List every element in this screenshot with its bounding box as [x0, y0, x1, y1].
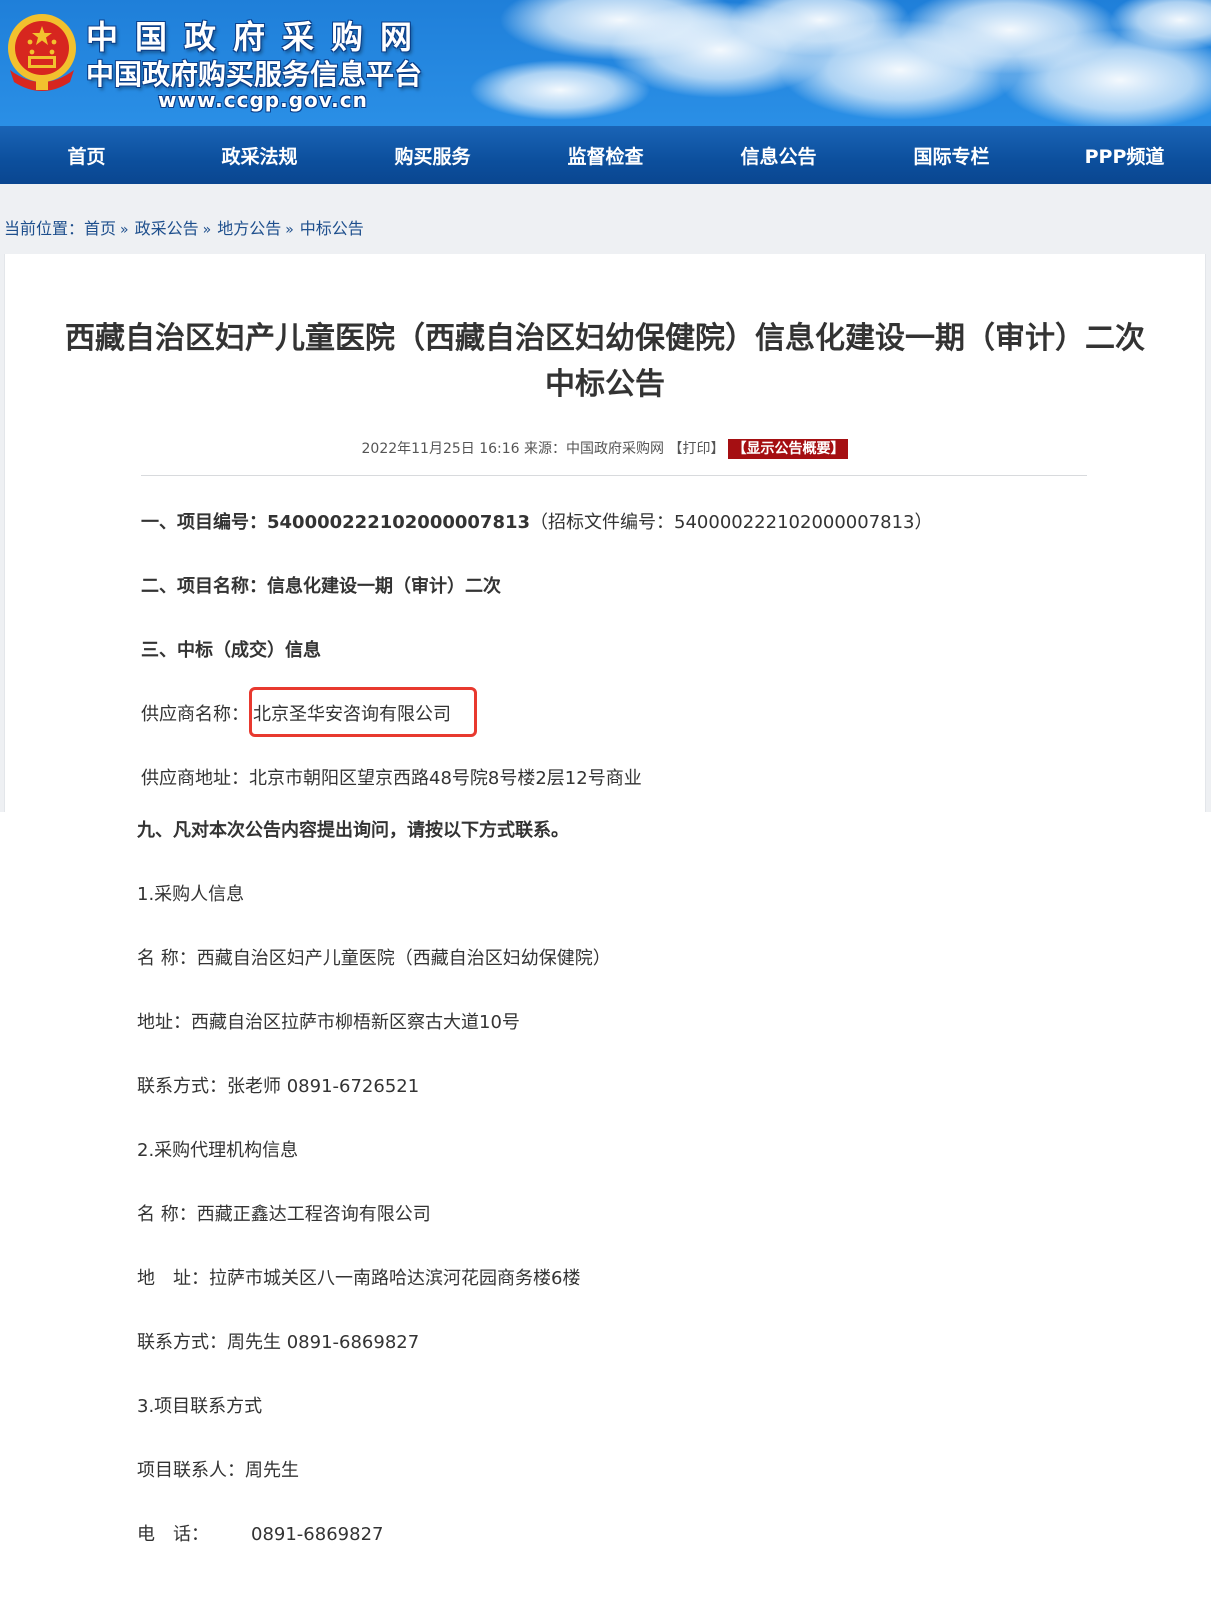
- supplier-address: 北京市朝阳区望京西路48号院8号楼2层12号商业: [249, 768, 642, 789]
- source-label: 来源：: [524, 441, 567, 457]
- article-meta: 2022年11月25日 16:16 来源：中国政府采购网 【打印】 【显示公告概要…: [5, 438, 1205, 459]
- agency-contact-row: 联系方式：周先生 0891-6869827: [137, 1328, 419, 1354]
- main-nav: 首页 政采法规 购买服务 监督检查 信息公告 国际专栏 PPP频道: [0, 126, 1211, 184]
- nav-item-home[interactable]: 首页: [0, 142, 173, 169]
- contact-section: 九、凡对本次公告内容提出询问，请按以下方式联系。 1.采购人信息 名 称：西藏自…: [0, 812, 1211, 1600]
- agency-name-label: 名 称：: [137, 1204, 197, 1225]
- project-contact: 周先生: [245, 1460, 299, 1481]
- article-card: 西藏自治区妇产儿童医院（西藏自治区妇幼保健院）信息化建设一期（审计）二次 中标公…: [4, 254, 1206, 812]
- supplier-highlight-box: [249, 687, 477, 737]
- phone-number: 0891-6869827: [251, 1524, 384, 1545]
- agency-address-row: 地 址：拉萨市城关区八一南路哈达滨河花园商务楼6楼: [137, 1264, 580, 1290]
- national-emblem-icon: [8, 14, 76, 91]
- breadcrumb-separator: »: [202, 222, 212, 238]
- purchaser-contact-label: 联系方式：: [137, 1076, 227, 1097]
- agency-contact-label: 联系方式：: [137, 1332, 227, 1353]
- nav-item-purchase-services[interactable]: 购买服务: [346, 142, 519, 169]
- site-subtitle: 中国政府购买服务信息平台: [86, 58, 423, 91]
- meta-divider: [141, 475, 1087, 476]
- purchaser-contact: 张老师 0891-6726521: [227, 1076, 420, 1097]
- project-contact-row: 项目联系人：周先生: [137, 1456, 299, 1482]
- project-name-label: 二、项目名称：: [141, 576, 267, 597]
- breadcrumb-separator: »: [120, 222, 129, 238]
- nav-item-supervision[interactable]: 监督检查: [519, 142, 692, 169]
- tender-doc-number: （招标文件编号：540000222102000007813）: [530, 512, 933, 533]
- purchaser-contact-row: 联系方式：张老师 0891-6726521: [137, 1072, 419, 1098]
- project-name: 信息化建设一期（审计）二次: [267, 576, 501, 597]
- supplier-name-label: 供应商名称：: [141, 704, 249, 725]
- project-contact-heading: 3.项目联系方式: [137, 1396, 263, 1417]
- supplier-address-label: 供应商地址：: [141, 768, 249, 789]
- phone-label: 电 话：: [137, 1524, 209, 1545]
- publish-datetime: 2022年11月25日 16:16: [361, 441, 520, 457]
- nav-item-international[interactable]: 国际专栏: [865, 142, 1038, 169]
- award-info-heading: 三、中标（成交）信息: [141, 636, 321, 662]
- purchaser-name: 西藏自治区妇产儿童医院（西藏自治区妇幼保健院）: [196, 948, 611, 969]
- article-title: 西藏自治区妇产儿童医院（西藏自治区妇幼保健院）信息化建设一期（审计）二次 中标公…: [25, 316, 1185, 408]
- article-title-line1: 西藏自治区妇产儿童医院（西藏自治区妇幼保健院）信息化建设一期（审计）二次: [65, 321, 1145, 356]
- breadcrumb: 当前位置：首页» 政采公告» 地方公告» 中标公告: [4, 215, 364, 239]
- purchaser-heading: 1.采购人信息: [137, 884, 245, 905]
- nav-item-announcements[interactable]: 信息公告: [692, 142, 865, 169]
- print-link[interactable]: 【打印】: [668, 441, 724, 457]
- nav-item-regulations[interactable]: 政采法规: [173, 142, 346, 169]
- nav-item-ppp[interactable]: PPP频道: [1038, 142, 1211, 169]
- agency-heading: 2.采购代理机构信息: [137, 1140, 299, 1161]
- supplier-address-row: 供应商地址：北京市朝阳区望京西路48号院8号楼2层12号商业: [141, 764, 642, 790]
- project-name-row: 二、项目名称：信息化建设一期（审计）二次: [141, 572, 501, 598]
- breadcrumb-prefix: 当前位置：: [4, 219, 85, 238]
- site-banner: 中国政府采购网 中国政府购买服务信息平台 www.ccgp.gov.cn: [0, 0, 1211, 126]
- article-title-line2: 中标公告: [545, 367, 665, 402]
- agency-name-row: 名 称：西藏正鑫达工程咨询有限公司: [137, 1200, 431, 1226]
- project-contact-label: 项目联系人：: [137, 1460, 245, 1481]
- breadcrumb-award-announcements[interactable]: 中标公告: [300, 219, 364, 238]
- contact-section-heading: 九、凡对本次公告内容提出询问，请按以下方式联系。: [137, 820, 569, 841]
- purchaser-address-row: 地址：西藏自治区拉萨市柳梧新区察古大道10号: [137, 1008, 520, 1034]
- agency-address: 拉萨市城关区八一南路哈达滨河花园商务楼6楼: [209, 1268, 581, 1289]
- show-summary-button[interactable]: 【显示公告概要】: [728, 439, 849, 459]
- project-number-row: 一、项目编号：540000222102000007813（招标文件编号：5400…: [141, 508, 933, 534]
- agency-contact: 周先生 0891-6869827: [227, 1332, 420, 1353]
- agency-name: 西藏正鑫达工程咨询有限公司: [196, 1204, 431, 1225]
- breadcrumb-bar: 当前位置：首页» 政采公告» 地方公告» 中标公告: [0, 184, 1211, 254]
- purchaser-address: 西藏自治区拉萨市柳梧新区察古大道10号: [191, 1012, 520, 1033]
- breadcrumb-local-announcements[interactable]: 地方公告: [217, 219, 281, 238]
- breadcrumb-gov-announcements[interactable]: 政采公告: [135, 219, 199, 238]
- site-name: 中国政府采购网: [86, 18, 430, 56]
- purchaser-address-label: 地址：: [137, 1012, 191, 1033]
- purchaser-name-row: 名 称：西藏自治区妇产儿童医院（西藏自治区妇幼保健院）: [137, 944, 611, 970]
- breadcrumb-separator: »: [285, 222, 294, 238]
- purchaser-name-label: 名 称：: [137, 948, 197, 969]
- project-number: 540000222102000007813: [267, 512, 531, 533]
- source-name: 中国政府采购网: [566, 441, 665, 457]
- site-url: www.ccgp.gov.cn: [158, 88, 368, 112]
- agency-address-label: 地 址：: [137, 1268, 209, 1289]
- phone-row: 电 话： 0891-6869827: [137, 1520, 383, 1546]
- breadcrumb-home[interactable]: 首页: [84, 219, 116, 238]
- award-info-label: 三、中标（成交）信息: [141, 640, 321, 661]
- project-number-label: 一、项目编号：: [141, 512, 267, 533]
